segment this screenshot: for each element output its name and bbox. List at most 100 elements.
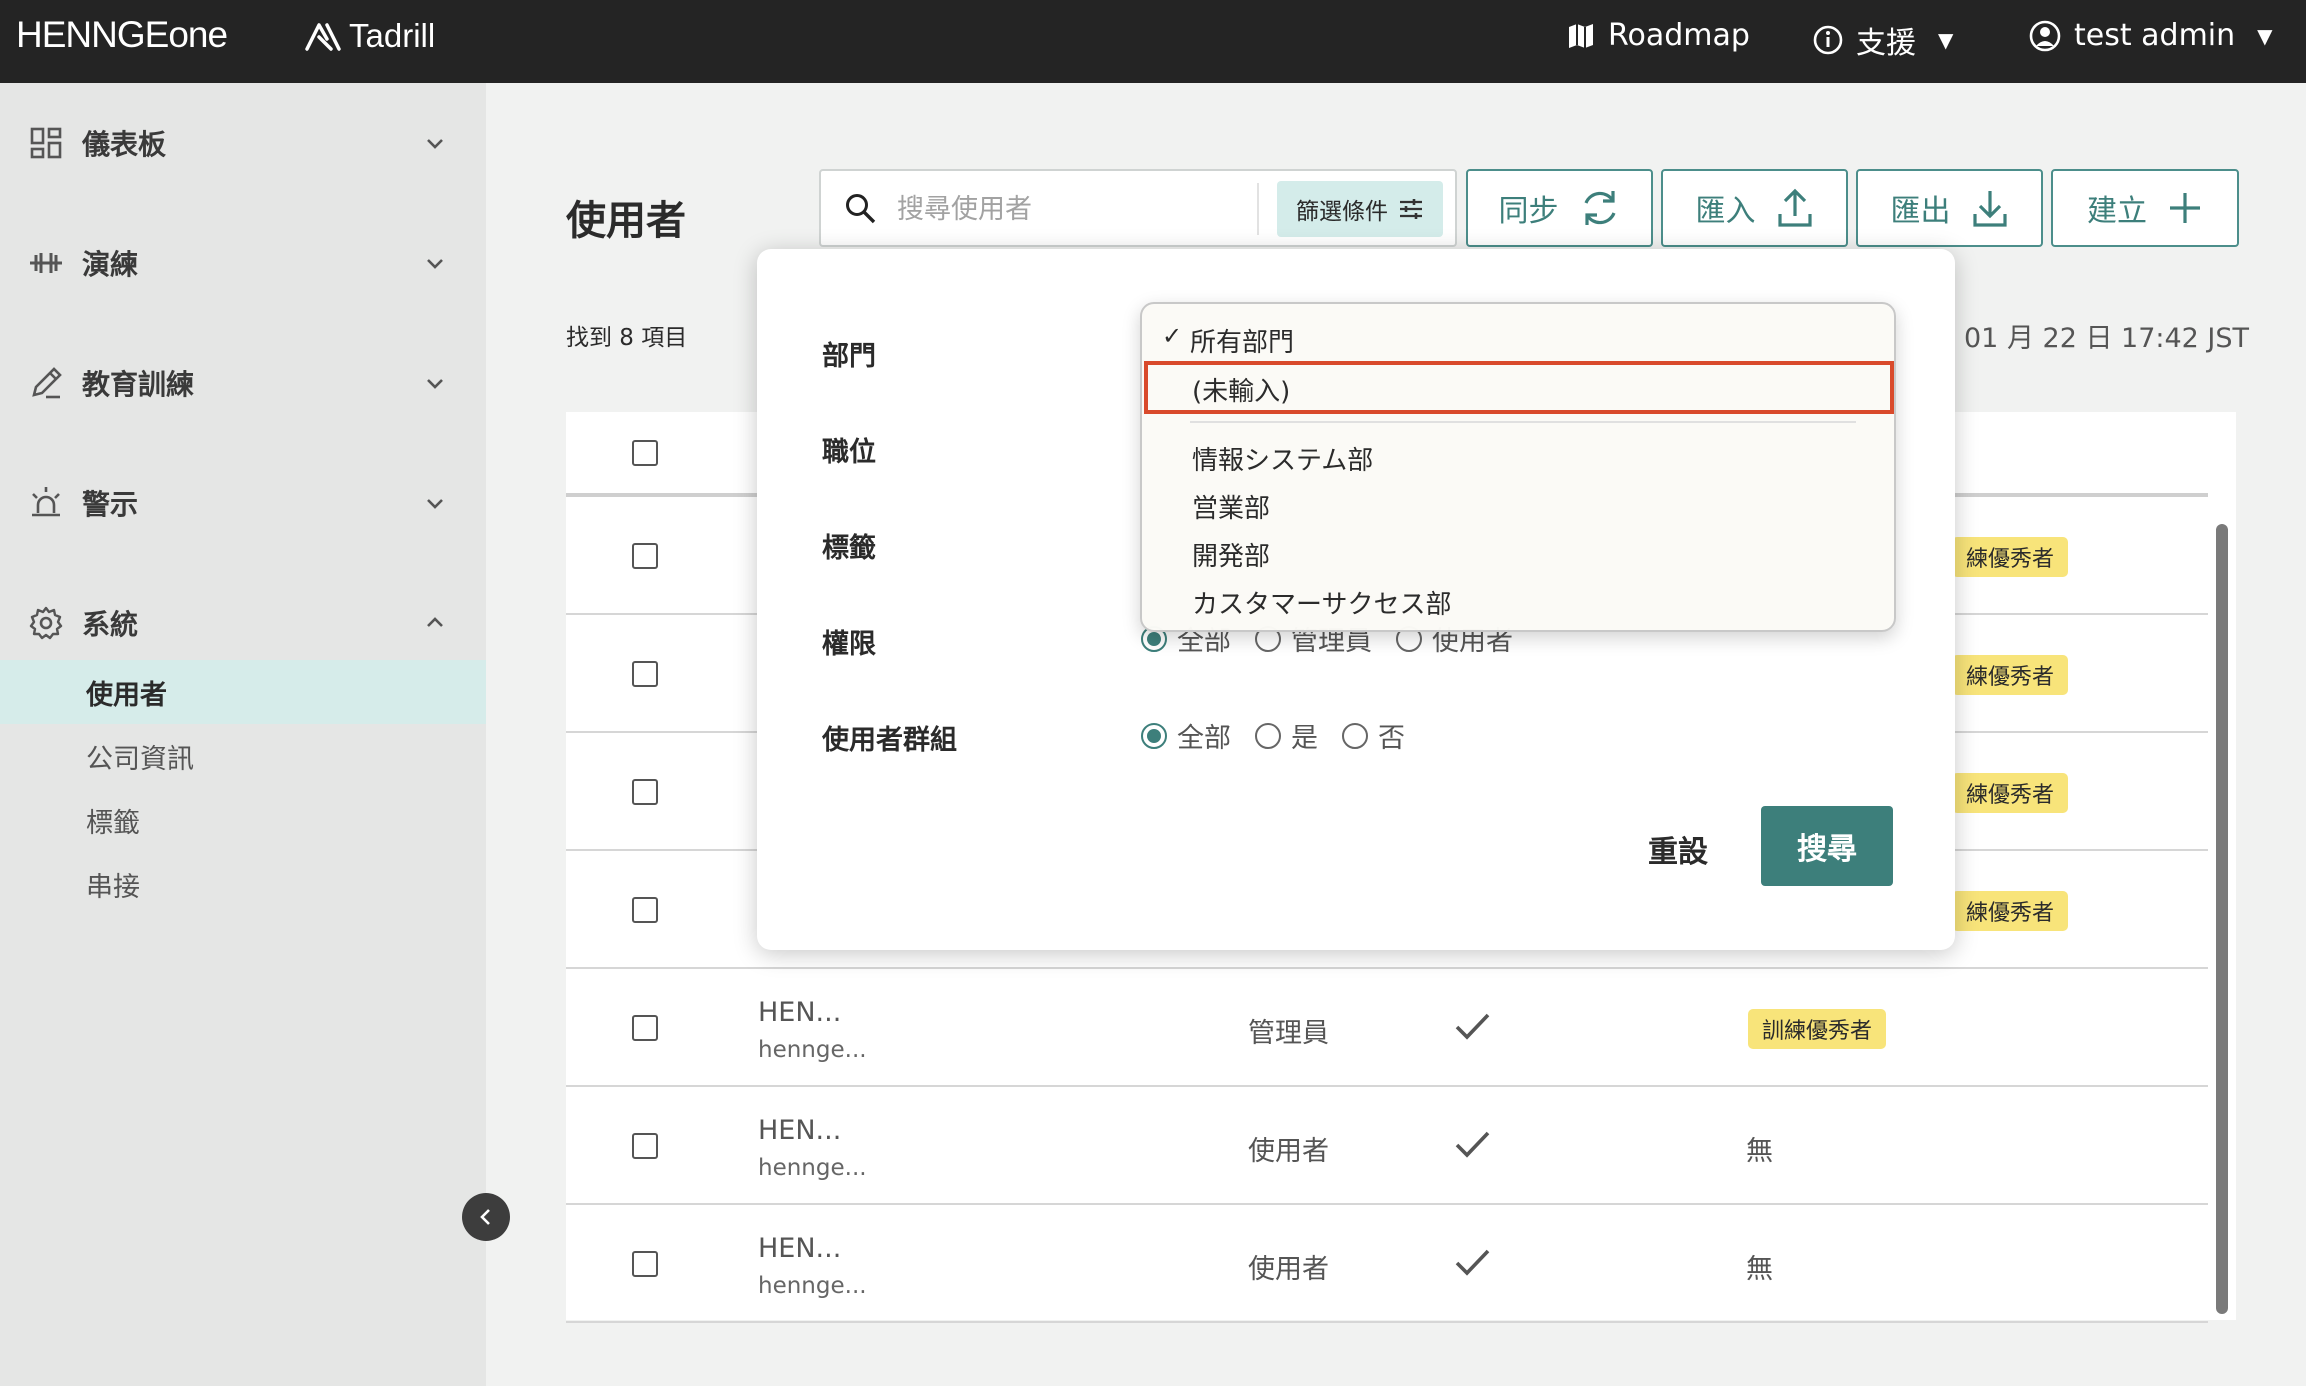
user-group-radio-yes[interactable] bbox=[1255, 722, 1281, 749]
sliders-icon bbox=[1400, 199, 1422, 219]
search-icon bbox=[846, 194, 876, 224]
select-all-checkbox[interactable] bbox=[632, 440, 658, 466]
tadrill-logo[interactable]: Tadrill bbox=[305, 17, 435, 55]
dropdown-option-development[interactable]: 開発部 bbox=[1192, 536, 1270, 573]
user-role: 管理員 bbox=[1248, 1018, 1329, 1049]
sidebar-item-label: 串接 bbox=[86, 871, 140, 903]
dropdown-option-not-entered[interactable]: (未輸入) bbox=[1192, 371, 1290, 408]
checkmark-icon bbox=[1455, 1013, 1490, 1040]
sidebar-item-integrations[interactable]: 串接 bbox=[0, 852, 486, 916]
user-role: 使用者 bbox=[1248, 1136, 1329, 1167]
dropdown-option-sales[interactable]: 営業部 bbox=[1192, 488, 1270, 525]
user-role: 使用者 bbox=[1248, 1254, 1329, 1285]
dashboard-icon bbox=[30, 127, 62, 159]
sync-label: 同步 bbox=[1498, 194, 1559, 229]
search-divider bbox=[1257, 183, 1259, 235]
roadmap-link[interactable]: Roadmap bbox=[1566, 18, 1750, 53]
import-label: 匯入 bbox=[1695, 194, 1756, 229]
row-checkbox[interactable] bbox=[632, 1251, 658, 1277]
user-name[interactable]: HEN... bbox=[758, 997, 841, 1028]
row-checkbox[interactable] bbox=[632, 779, 658, 805]
filter-label: 篩選條件 bbox=[1296, 199, 1388, 225]
last-sync-timestamp: 01 月 22 日 17:42 JST bbox=[1964, 323, 2250, 354]
sync-icon bbox=[1584, 191, 1615, 225]
table-row[interactable]: HEN... hennge... 使用者 無 bbox=[566, 1205, 2208, 1323]
reset-button[interactable]: 重設 bbox=[1648, 827, 1708, 871]
dropdown-option-all-departments[interactable]: 所有部門 bbox=[1190, 322, 1294, 359]
dropdown-option-customer-success[interactable]: カスタマーサクセス部 bbox=[1192, 584, 1451, 621]
radio-label: 是 bbox=[1291, 723, 1318, 754]
sidebar-item-company-info[interactable]: 公司資訊 bbox=[0, 724, 486, 788]
row-checkbox[interactable] bbox=[632, 897, 658, 923]
radio-label: 否 bbox=[1378, 723, 1405, 754]
chevron-down-icon bbox=[427, 139, 443, 149]
sidebar-item-label: 公司資訊 bbox=[86, 743, 194, 775]
row-checkbox[interactable] bbox=[632, 1133, 658, 1159]
caret-down-icon: ▼ bbox=[1938, 28, 1954, 52]
page-title: 使用者 bbox=[566, 198, 686, 244]
checkmark-icon bbox=[1455, 1249, 1490, 1276]
info-circle-icon bbox=[1813, 25, 1843, 55]
status-none: 無 bbox=[1746, 1254, 1773, 1285]
tadrill-mark-icon bbox=[305, 23, 341, 51]
user-email: hennge... bbox=[758, 1155, 867, 1181]
hennge-one-logo[interactable]: HENNGEone bbox=[16, 14, 228, 56]
chevron-down-icon bbox=[427, 499, 443, 509]
user-email: hennge... bbox=[758, 1037, 867, 1063]
support-menu[interactable]: 支援 ▼ bbox=[1812, 18, 1953, 62]
status-badge: 練優秀者 bbox=[1952, 537, 2069, 577]
sidebar-item-label: 標籤 bbox=[86, 807, 140, 839]
user-name[interactable]: HEN... bbox=[758, 1115, 841, 1146]
permission-label: 權限 bbox=[822, 629, 876, 660]
user-group-label: 使用者群組 bbox=[822, 725, 957, 756]
sidebar-group-label: 警示 bbox=[82, 488, 139, 521]
user-name[interactable]: HEN... bbox=[758, 1233, 841, 1264]
sidebar-group-system[interactable]: 系統 bbox=[0, 588, 486, 658]
filter-button[interactable]: 篩選條件 bbox=[1277, 181, 1443, 237]
user-menu[interactable]: test admin ▼ bbox=[2028, 18, 2273, 53]
sidebar-group-label: 儀表板 bbox=[82, 128, 167, 161]
row-checkbox[interactable] bbox=[632, 1015, 658, 1041]
product-name: Tadrill bbox=[349, 17, 436, 54]
import-button[interactable]: 匯入 bbox=[1661, 169, 1848, 247]
sidebar-group-drill[interactable]: 演練 bbox=[0, 228, 486, 298]
checkmark-icon bbox=[1455, 1131, 1490, 1158]
row-checkbox[interactable] bbox=[632, 543, 658, 569]
search-button[interactable]: 搜尋 bbox=[1761, 806, 1893, 886]
brand-one: one bbox=[168, 14, 228, 55]
department-dropdown-list: ✓ 所有部門 (未輸入) 情報システム部 営業部 開発部 カスタマーサクセス部 bbox=[1140, 302, 1896, 632]
sidebar-collapse-button[interactable] bbox=[462, 1193, 510, 1241]
sidebar-item-tags[interactable]: 標籤 bbox=[0, 788, 486, 852]
user-email: hennge... bbox=[758, 1273, 867, 1299]
sidebar-group-alerts[interactable]: 警示 bbox=[0, 468, 486, 538]
export-button[interactable]: 匯出 bbox=[1856, 169, 2043, 247]
caret-down-icon: ▼ bbox=[2257, 23, 2273, 48]
chevron-left-icon bbox=[480, 1209, 490, 1225]
radio-label: 全部 bbox=[1177, 723, 1231, 754]
table-row[interactable]: HEN... hennge... 管理員 訓練優秀者 bbox=[566, 969, 2208, 1087]
user-group-radio-all[interactable] bbox=[1141, 722, 1167, 749]
sync-button[interactable]: 同步 bbox=[1466, 169, 1653, 247]
status-badge: 練優秀者 bbox=[1952, 773, 2069, 813]
create-button[interactable]: 建立 bbox=[2051, 169, 2239, 247]
row-checkbox[interactable] bbox=[632, 661, 658, 687]
sidebar-group-dashboard[interactable]: 儀表板 bbox=[0, 108, 486, 178]
table-row[interactable]: HEN... hennge... 使用者 無 bbox=[566, 1087, 2208, 1205]
sidebar-item-label: 使用者 bbox=[86, 679, 167, 711]
gear-icon bbox=[29, 606, 63, 640]
search-input[interactable] bbox=[897, 185, 1257, 233]
user-group-radio-no[interactable] bbox=[1342, 722, 1368, 749]
download-icon bbox=[1972, 191, 2007, 227]
user-name: test admin bbox=[2074, 18, 2236, 53]
sidebar-group-label: 教育訓練 bbox=[82, 368, 195, 401]
brand-henn: HENNGE bbox=[16, 14, 169, 55]
table-scrollbar[interactable] bbox=[2216, 524, 2228, 1314]
status-badge: 練優秀者 bbox=[1952, 655, 2069, 695]
position-label: 職位 bbox=[822, 437, 876, 468]
chevron-down-icon bbox=[427, 259, 443, 269]
sidebar-group-training[interactable]: 教育訓練 bbox=[0, 348, 486, 418]
upload-icon bbox=[1777, 188, 1812, 227]
user-circle-icon bbox=[2029, 20, 2061, 51]
dropdown-option-it-systems[interactable]: 情報システム部 bbox=[1192, 440, 1373, 477]
sidebar-item-users[interactable]: 使用者 bbox=[0, 660, 486, 724]
